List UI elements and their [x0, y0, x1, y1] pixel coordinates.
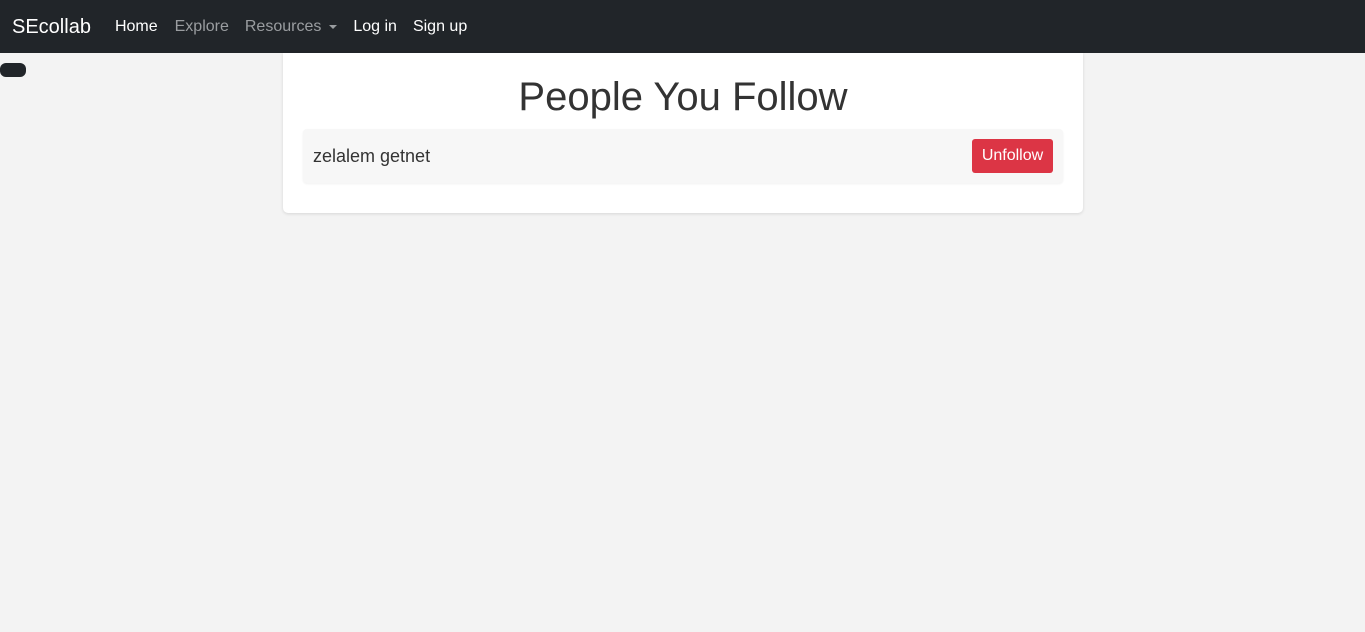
- nav-resources-label: Resources: [244, 17, 322, 35]
- nav-explore[interactable]: Explore: [175, 17, 229, 37]
- following-card: People You Follow zelalem getnet Unfollo…: [283, 53, 1083, 213]
- page-title: People You Follow: [518, 75, 848, 119]
- followed-user-name: zelalem getnet: [313, 146, 431, 166]
- nav-signup[interactable]: Sign up: [413, 17, 467, 37]
- list-item: zelalem getnet Unfollow: [303, 129, 1063, 183]
- sidebar-toggle-button[interactable]: [0, 63, 26, 77]
- caret-down-icon: [329, 25, 338, 29]
- unfollow-button[interactable]: Unfollow: [972, 139, 1053, 173]
- top-navbar: SEcollab Home Explore Resources Log in S…: [0, 0, 1365, 53]
- nav-login[interactable]: Log in: [353, 17, 397, 37]
- brand-link[interactable]: SEcollab: [12, 15, 91, 39]
- nav-resources-dropdown[interactable]: Resources: [244, 17, 338, 37]
- nav-home[interactable]: Home: [115, 17, 158, 37]
